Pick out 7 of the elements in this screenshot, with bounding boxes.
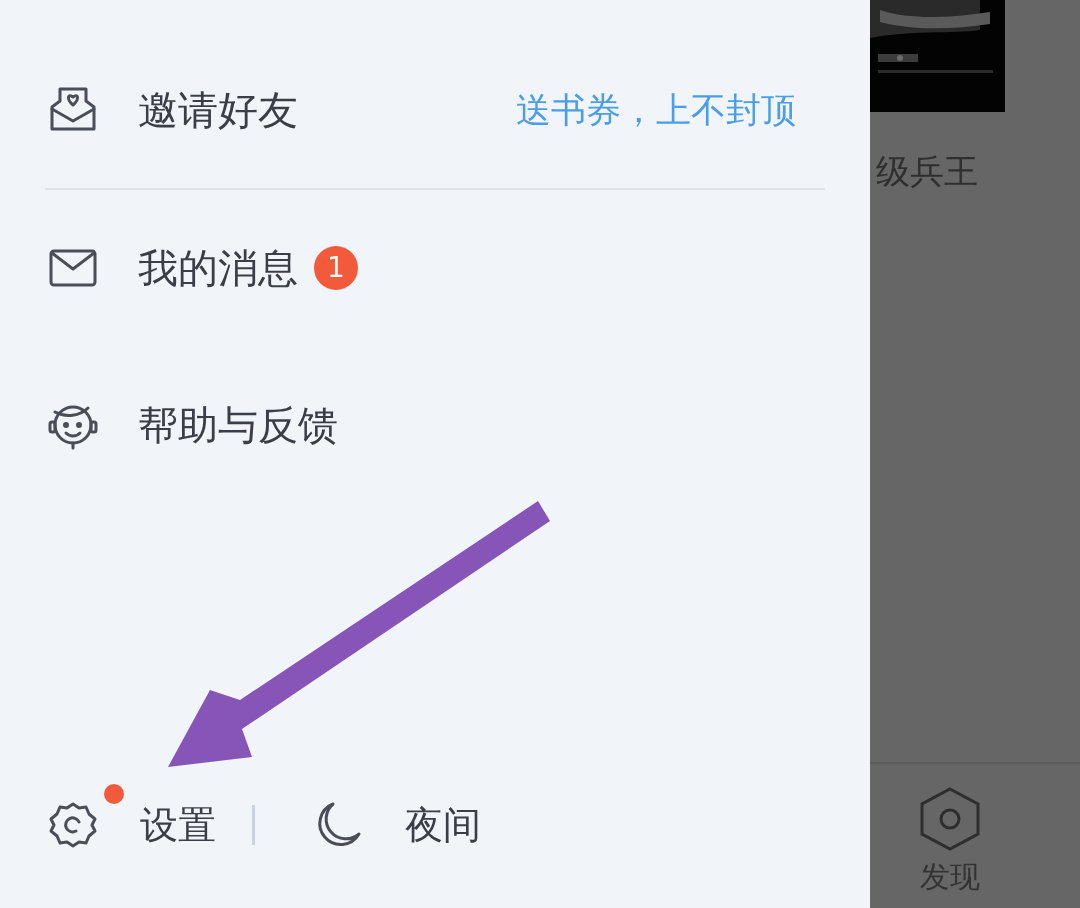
menu-item-label[interactable]: 我的消息	[138, 248, 298, 288]
footer-button-label[interactable]: 设置	[140, 806, 216, 844]
menu-item-label[interactable]: 帮助与反馈	[138, 405, 338, 445]
menu-item-label[interactable]: 邀请好友	[138, 90, 298, 130]
footer-button-label[interactable]: 夜间	[405, 806, 481, 844]
hexagon-icon[interactable]	[918, 786, 982, 852]
unread-count: 1	[314, 246, 358, 290]
